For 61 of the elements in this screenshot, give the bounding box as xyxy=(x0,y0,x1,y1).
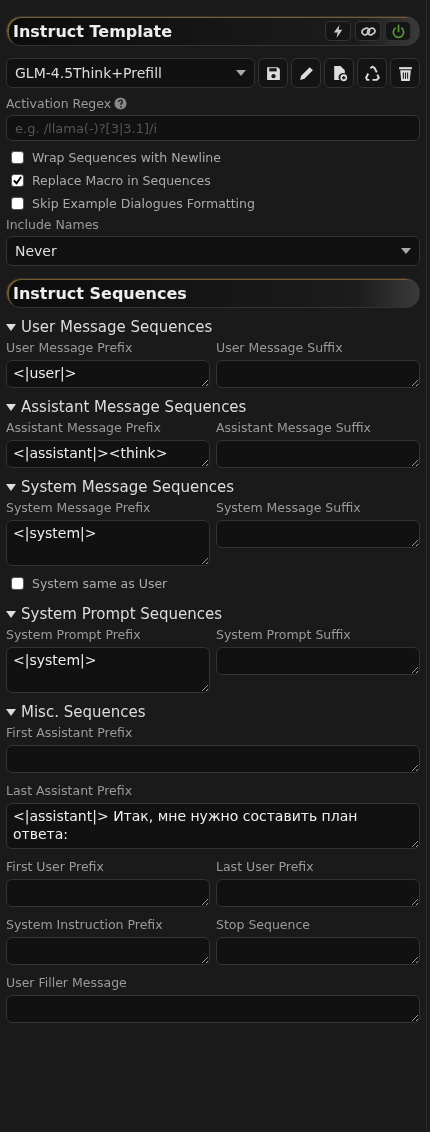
checkbox[interactable] xyxy=(11,151,24,164)
field-label: Last Assistant Prefix xyxy=(6,783,133,798)
group-title[interactable]: System Message Sequences xyxy=(21,478,235,496)
checkbox-label: Replace Macro in Sequences xyxy=(32,173,211,188)
power-icon xyxy=(390,23,406,39)
checkbox-label: Wrap Sequences with Newline xyxy=(32,150,221,165)
field-label: Assistant Message Prefix xyxy=(6,420,161,435)
collapse-icon[interactable] xyxy=(6,482,16,492)
field-label: System Prompt Prefix xyxy=(6,627,141,642)
field-label: User Message Suffix xyxy=(216,340,343,355)
link-button[interactable] xyxy=(355,21,381,41)
delete-button[interactable] xyxy=(390,58,420,88)
rename-button[interactable] xyxy=(291,58,321,88)
section-title: Instruct Template xyxy=(13,21,174,41)
trash-icon xyxy=(396,64,414,82)
field-label: Activation Regex xyxy=(6,96,112,111)
field-label: System Message Suffix xyxy=(216,500,361,515)
checkbox[interactable] xyxy=(11,174,24,187)
text-area[interactable]: <|assistant|> Итак, мне нужно составить план ответа: xyxy=(6,803,420,849)
group-title[interactable]: System Prompt Sequences xyxy=(21,605,223,623)
group-title[interactable]: Assistant Message Sequences xyxy=(21,398,247,416)
field-label: First Assistant Prefix xyxy=(6,725,133,740)
regex-input[interactable]: e.g. /llama(-)?[3|3.1]/i xyxy=(6,115,420,141)
field-label: System Prompt Suffix xyxy=(216,627,351,642)
text-area[interactable]: <|system|> xyxy=(6,647,210,693)
collapse-icon[interactable] xyxy=(6,707,16,717)
field-label: Stop Sequence xyxy=(216,917,311,932)
checkbox[interactable] xyxy=(11,197,24,210)
field-label: System Message Prefix xyxy=(6,500,151,515)
collapse-icon[interactable] xyxy=(6,322,16,332)
field-label: Assistant Message Suffix xyxy=(216,420,372,435)
field-label: User Filler Message xyxy=(6,975,127,990)
field-label: User Message Prefix xyxy=(6,340,133,355)
text-area[interactable]: <|user|> xyxy=(6,360,210,388)
caret-icon xyxy=(236,69,246,77)
text-area[interactable]: <|system|> xyxy=(6,520,210,566)
restore-button[interactable] xyxy=(357,58,387,88)
collapse-icon[interactable] xyxy=(6,402,16,412)
include-names-select[interactable]: Never xyxy=(6,236,420,266)
field-label: Include Names xyxy=(6,217,99,232)
pencil-icon xyxy=(297,64,315,82)
field-label: First User Prefix xyxy=(6,859,104,874)
checkbox-label: System same as User xyxy=(32,576,168,591)
field-label: System Instruction Prefix xyxy=(6,917,163,932)
save-button[interactable] xyxy=(258,58,288,88)
group-title[interactable]: Misc. Sequences xyxy=(21,703,146,721)
section-title: Instruct Sequences xyxy=(13,283,188,303)
help-icon[interactable] xyxy=(114,97,128,110)
recycle-icon xyxy=(363,64,381,82)
caret-icon xyxy=(401,247,411,255)
preset-select[interactable]: GLM-4.5Think+Prefill xyxy=(6,58,255,88)
checkbox[interactable] xyxy=(11,577,24,590)
text-area[interactable]: <|assistant|><think> xyxy=(6,440,210,468)
checkbox-label: Skip Example Dialogues Formatting xyxy=(32,196,255,211)
power-button[interactable] xyxy=(385,21,411,41)
new-preset-button[interactable] xyxy=(324,58,354,88)
field-label: Last User Prefix xyxy=(216,859,314,874)
group-title[interactable]: User Message Sequences xyxy=(21,318,213,336)
bolt-button[interactable] xyxy=(325,21,351,41)
save-icon xyxy=(264,64,282,82)
collapse-icon[interactable] xyxy=(6,609,16,619)
